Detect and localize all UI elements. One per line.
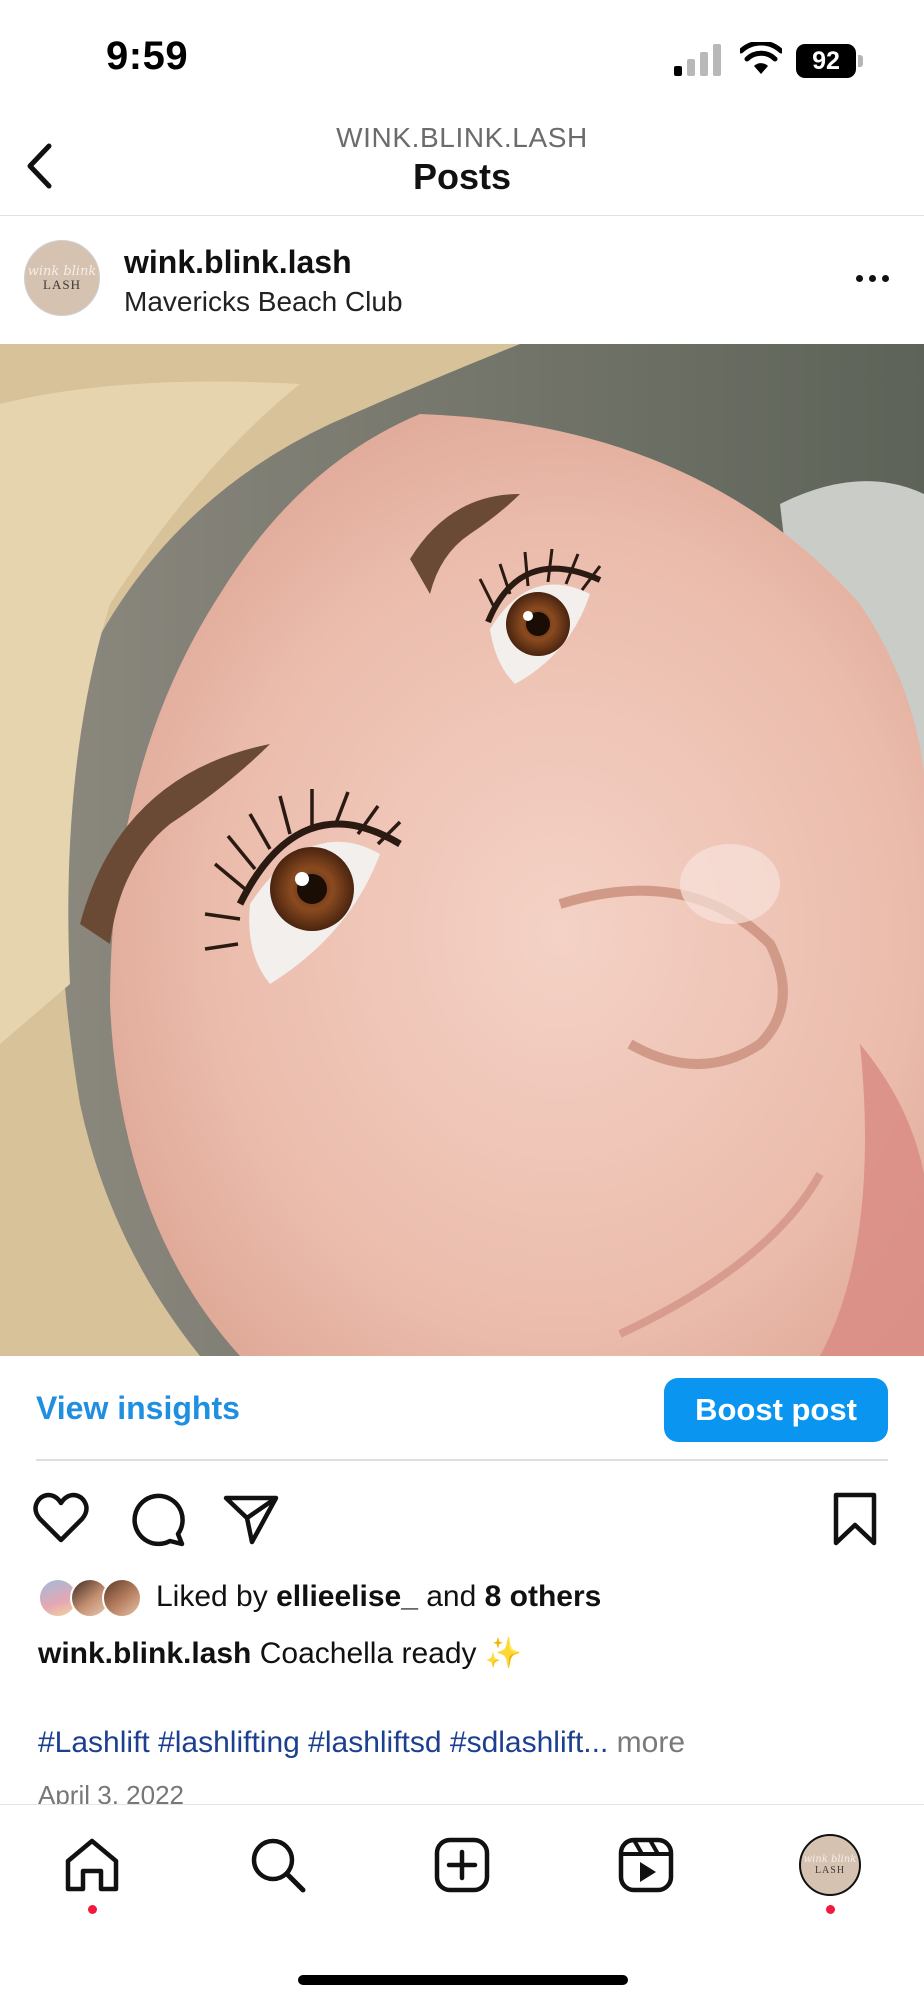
post-actions <box>0 1476 924 1560</box>
hashtag-list[interactable]: #Lashlift #lashlifting #lashliftsd #sdla… <box>38 1726 608 1759</box>
avatar[interactable]: wink blink LASH <box>24 240 100 316</box>
status-time: 9:59 <box>106 34 189 78</box>
tab-search[interactable] <box>246 1833 310 1897</box>
caption-username[interactable]: wink.blink.lash <box>38 1637 251 1670</box>
boost-post-button[interactable]: Boost post <box>664 1378 888 1442</box>
reels-icon <box>618 1837 674 1893</box>
battery-cap <box>858 55 863 67</box>
post-caption: wink.blink.lash Coachella ready ✨ <box>38 1636 522 1671</box>
comment-icon[interactable] <box>128 1490 186 1548</box>
cellular-signal-icon <box>674 44 721 76</box>
search-icon <box>251 1838 306 1893</box>
heart-icon[interactable] <box>32 1490 90 1548</box>
avatar-logo-script: wink blink <box>27 263 97 279</box>
more-horizontal-icon <box>855 274 863 282</box>
more-dot <box>868 274 876 282</box>
likes-summary[interactable]: Liked by ellieelise_ and 8 others <box>156 1580 601 1614</box>
liker-avatars[interactable] <box>38 1578 144 1620</box>
status-bar: 9:59 92 <box>0 0 924 120</box>
caption-more-link[interactable]: more <box>617 1726 685 1759</box>
post-image[interactable] <box>0 344 924 1356</box>
likes-others[interactable]: 8 others <box>485 1580 602 1613</box>
liker-avatar <box>102 1578 142 1618</box>
post-header: wink blink LASH wink.blink.lash Maverick… <box>0 216 924 344</box>
insights-row: View insights Boost post <box>0 1356 924 1462</box>
wifi-icon <box>740 42 782 74</box>
tab-home[interactable] <box>60 1833 124 1897</box>
view-insights-link[interactable]: View insights <box>36 1390 240 1427</box>
page-title: Posts <box>412 156 512 197</box>
post-location[interactable]: Mavericks Beach Club <box>124 286 403 318</box>
bottom-tab-bar: wink blink LASH <box>0 1804 924 2000</box>
caption-text: Coachella ready ✨ <box>259 1637 523 1670</box>
likes-prefix: Liked by <box>156 1580 268 1613</box>
profile-avatar: wink blink LASH <box>799 1834 861 1896</box>
liked-by-user[interactable]: ellieelise_ <box>276 1580 418 1613</box>
home-indicator <box>298 1975 628 1985</box>
profile-avatar-script: wink blink <box>803 1853 857 1865</box>
home-notification-dot <box>88 1905 97 1914</box>
account-name: WINK.BLINK.LASH <box>336 122 588 153</box>
likes-and: and <box>426 1580 477 1613</box>
tab-reels[interactable] <box>614 1833 678 1897</box>
tab-profile[interactable]: wink blink LASH <box>798 1833 862 1897</box>
face-illustration <box>0 344 924 1356</box>
home-icon <box>65 1838 119 1892</box>
post-username[interactable]: wink.blink.lash <box>124 244 352 281</box>
avatar-logo-word: LASH <box>43 276 81 292</box>
tab-create[interactable] <box>430 1833 494 1897</box>
profile-notification-dot <box>826 1905 835 1914</box>
likes-row: Liked by ellieelise_ and 8 others <box>0 1574 924 1624</box>
posts-header: WINK.BLINK.LASH Posts <box>0 116 924 216</box>
send-icon[interactable] <box>222 1490 280 1548</box>
battery-icon: 92 <box>796 44 864 78</box>
more-dot <box>881 274 889 282</box>
post-date: April 3, 2022 <box>38 1780 184 1804</box>
divider <box>36 1459 888 1461</box>
battery-level: 92 <box>796 44 856 78</box>
profile-avatar-word: LASH <box>814 1864 846 1876</box>
bookmark-icon[interactable] <box>826 1490 884 1548</box>
plus-square-icon <box>434 1837 490 1893</box>
more-options-button[interactable] <box>846 256 898 300</box>
post-hashtags[interactable]: #Lashlift #lashlifting #lashliftsd #sdla… <box>38 1726 685 1760</box>
